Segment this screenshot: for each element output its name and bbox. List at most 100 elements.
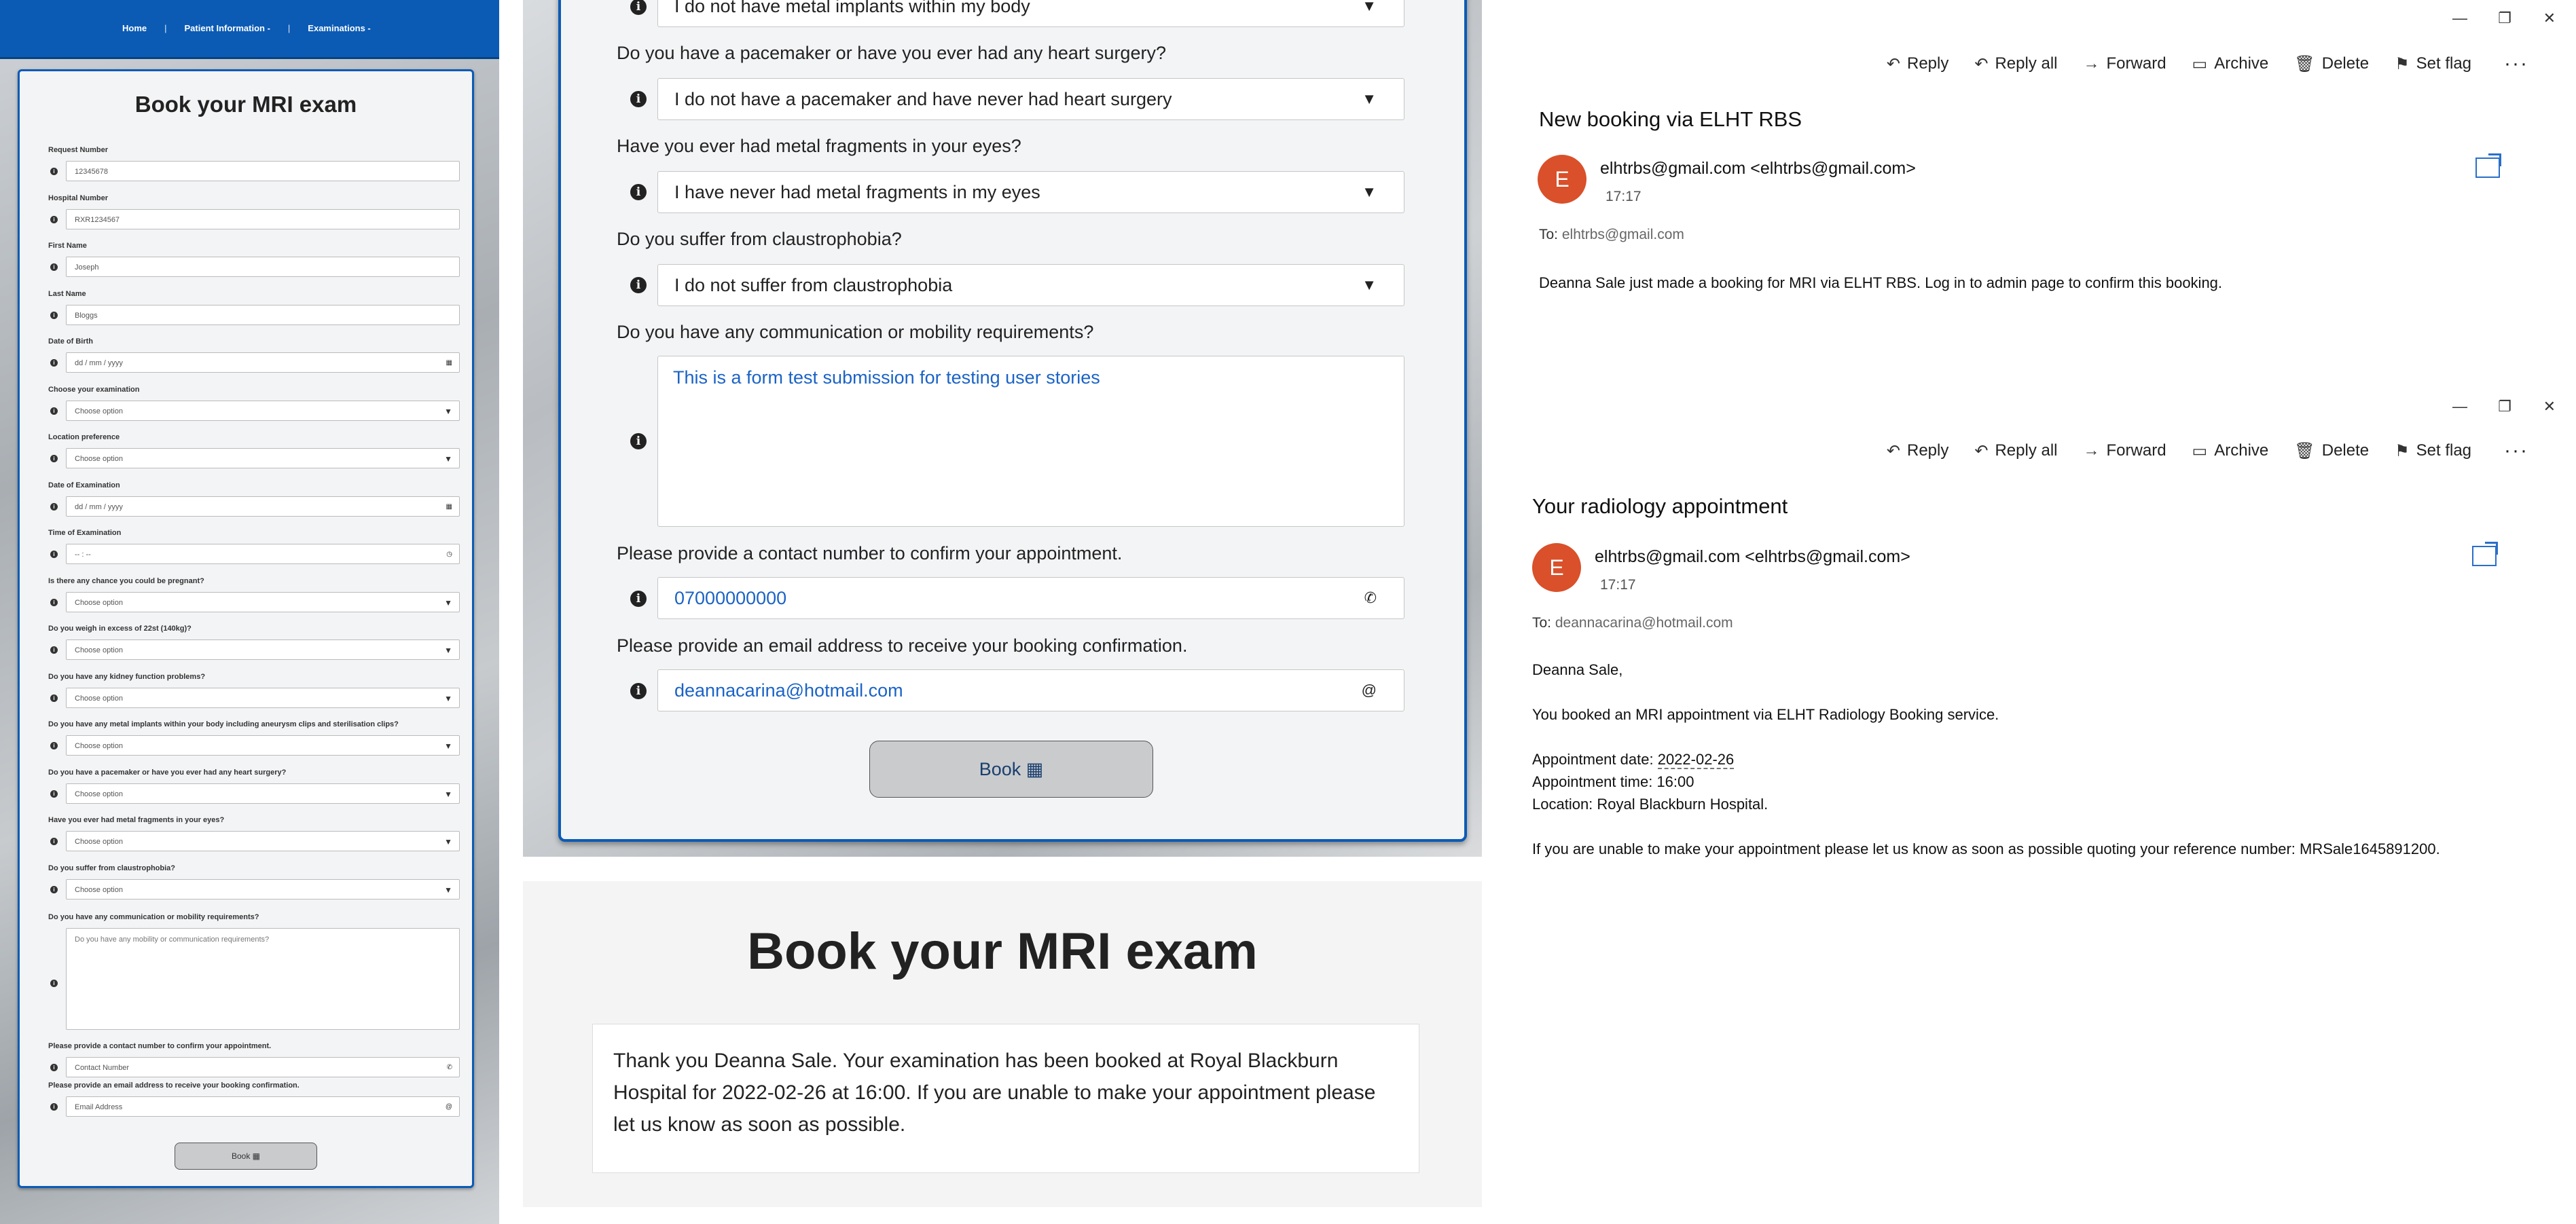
calendar-icon: ▦ [446,502,452,511]
metal-implants-select[interactable]: I do not have metal implants within my b… [657,0,1404,27]
field-label: Do you have any communication or mobilit… [48,913,259,921]
field-input[interactable]: 12345678 [66,161,460,181]
field-value: -- : -- [75,551,91,559]
field-select[interactable]: Choose option ▼ [66,591,460,612]
more-options-icon[interactable]: ··· [2504,437,2528,464]
restore-icon[interactable]: ❐ [2498,10,2511,27]
info-icon: i [630,277,647,293]
field-select[interactable]: Choose option ▼ [66,400,460,421]
form-field: Do you have any kidney function problems… [48,673,462,712]
calendar-icon: ▦ [252,1151,261,1161]
comm-requirements-field: Do you have any communication or mobilit… [48,913,462,1035]
reply-button[interactable]: ↶ Reply [1887,50,1948,77]
window-controls: — ❐ ✕ [2413,0,2576,41]
contact-number-field: Please provide a contact number to confi… [48,1042,462,1081]
close-icon[interactable]: ✕ [2543,10,2556,27]
contact-number-input[interactable]: 07000000000 ✆ [657,577,1404,619]
nav-separator: | [164,23,167,33]
info-icon: i [630,683,647,699]
field-value: dd / mm / yyyy [75,359,123,367]
archive-icon: ▭ [2192,441,2208,460]
window-controls: — ❐ ✕ [2413,388,2576,429]
metal-fragments-select[interactable]: I have never had metal fragments in my e… [657,171,1404,213]
sender-avatar: E [1538,155,1586,204]
minimize-icon[interactable]: — [2452,10,2467,27]
chevron-down-icon: ▼ [444,885,452,895]
delete-button[interactable]: 🗑 Delete [2294,50,2369,77]
claustrophobia-select[interactable]: I do not suffer from claustrophobia ▼ [657,264,1404,306]
chevron-down-icon: ▼ [444,693,452,703]
question-label: Have you ever had metal fragments in you… [617,136,1021,156]
chevron-down-icon: ▼ [1362,183,1377,200]
form-field: Hospital Number i RXR1234567 [48,194,462,234]
toolbar-label: Set flag [2416,54,2472,73]
field-select[interactable]: Choose option ▼ [66,783,460,804]
date-value[interactable]: 2022-02-26 [1657,751,1735,769]
body-text: Deanna Sale just made a booking for MRI … [1539,274,2223,291]
field-select[interactable]: Choose option ▼ [66,831,460,851]
trash-icon: 🗑 [2294,54,2315,73]
confirmation-section: Book your MRI exam Thank you Deanna Sale… [523,881,1482,1207]
book-button[interactable]: Book ▦ [869,741,1153,798]
question-label: Do you suffer from claustrophobia? [617,229,902,249]
minimize-icon[interactable]: — [2452,398,2467,415]
field-select[interactable]: Choose option ▼ [66,878,460,900]
archive-icon: ▭ [2192,54,2208,73]
comm-requirements-textarea[interactable]: Do you have any mobility or communicatio… [66,928,460,1030]
set-flag-button[interactable]: ⚑ Set flag [2395,50,2471,77]
field-input[interactable]: -- : -- ◷ [66,544,460,564]
reply-all-button[interactable]: ↶ Reply all [1974,50,2057,77]
more-options-icon[interactable]: ··· [2504,50,2528,77]
forward-button[interactable]: → Forward [2084,437,2166,464]
archive-button[interactable]: ▭ Archive [2192,50,2269,77]
field-input[interactable]: Joseph [66,257,460,277]
field-value: Choose option [75,646,123,654]
email-new-booking: — ❐ ✕ ↶ Reply ↶ Reply all → Forward ▭ Archiv… [1494,0,2576,394]
email-input[interactable]: Email Address @ [66,1096,460,1117]
phone-icon: ✆ [446,1064,452,1071]
to-address: deannacarina@hotmail.com [1555,615,1733,631]
field-input[interactable]: Bloggs [66,304,460,325]
popout-icon[interactable] [2475,153,2501,178]
question-label: Please provide an email address to recei… [617,635,1188,656]
nav-examinations[interactable]: Examinations - [308,23,370,33]
field-input[interactable]: dd / mm / yyyy ▦ [66,496,460,517]
comm-requirements-textarea[interactable]: This is a form test submission for testi… [657,356,1404,527]
pacemaker-select[interactable]: I do not have a pacemaker and have never… [657,78,1404,120]
field-input[interactable]: dd / mm / yyyy ▦ [66,352,460,373]
field-select[interactable]: Choose option ▼ [66,448,460,468]
nav-home[interactable]: Home [122,23,147,33]
close-icon[interactable]: ✕ [2543,398,2556,415]
field-input[interactable]: RXR1234567 [66,208,460,229]
set-flag-button[interactable]: ⚑ Set flag [2395,437,2471,464]
reply-button[interactable]: ↶ Reply [1887,437,1948,464]
field-select[interactable]: Choose option ▼ [66,639,460,660]
delete-button[interactable]: 🗑 Delete [2294,437,2369,464]
info-icon: i [50,694,58,702]
select-value: I do not have a pacemaker and have never… [674,89,1172,109]
form-field: Time of Examination i -- : -- ◷ [48,529,462,568]
forward-button[interactable]: → Forward [2084,50,2166,77]
popout-icon[interactable] [2472,542,2498,566]
archive-button[interactable]: ▭ Archive [2192,437,2269,464]
email-recipient: To: elhtrbs@gmail.com [1539,227,1684,243]
field-select[interactable]: Choose option ▼ [66,687,460,708]
field-value: Choose option [75,455,123,463]
flag-icon: ⚑ [2395,54,2410,73]
info-icon: i [50,168,58,175]
book-button[interactable]: Book ▦ [175,1143,317,1170]
question-label: Please provide a contact number to confi… [617,543,1123,563]
body-greeting: Deanna Sale, [1532,661,1623,678]
email-field: Please provide an email address to recei… [48,1081,462,1121]
toolbar-label: Forward [2106,441,2166,460]
email-input[interactable]: deannacarina@hotmail.com @ [657,669,1404,711]
field-select[interactable]: Choose option ▼ [66,735,460,756]
contact-number-input[interactable]: Contact Number ✆ [66,1057,460,1077]
reply-all-button[interactable]: ↶ Reply all [1974,437,2057,464]
form-field: Is there any chance you could be pregnan… [48,577,462,616]
email-radiology-appointment: — ❐ ✕ ↶ Reply ↶ Reply all → Forward ▭ Archiv… [1494,388,2576,877]
nav-patient-information[interactable]: Patient Information - [185,23,270,33]
appointment-date-line: Appointment date: 2022-02-26 [1532,748,2440,771]
email-recipient: To: deannacarina@hotmail.com [1532,615,1733,631]
restore-icon[interactable]: ❐ [2498,398,2511,415]
